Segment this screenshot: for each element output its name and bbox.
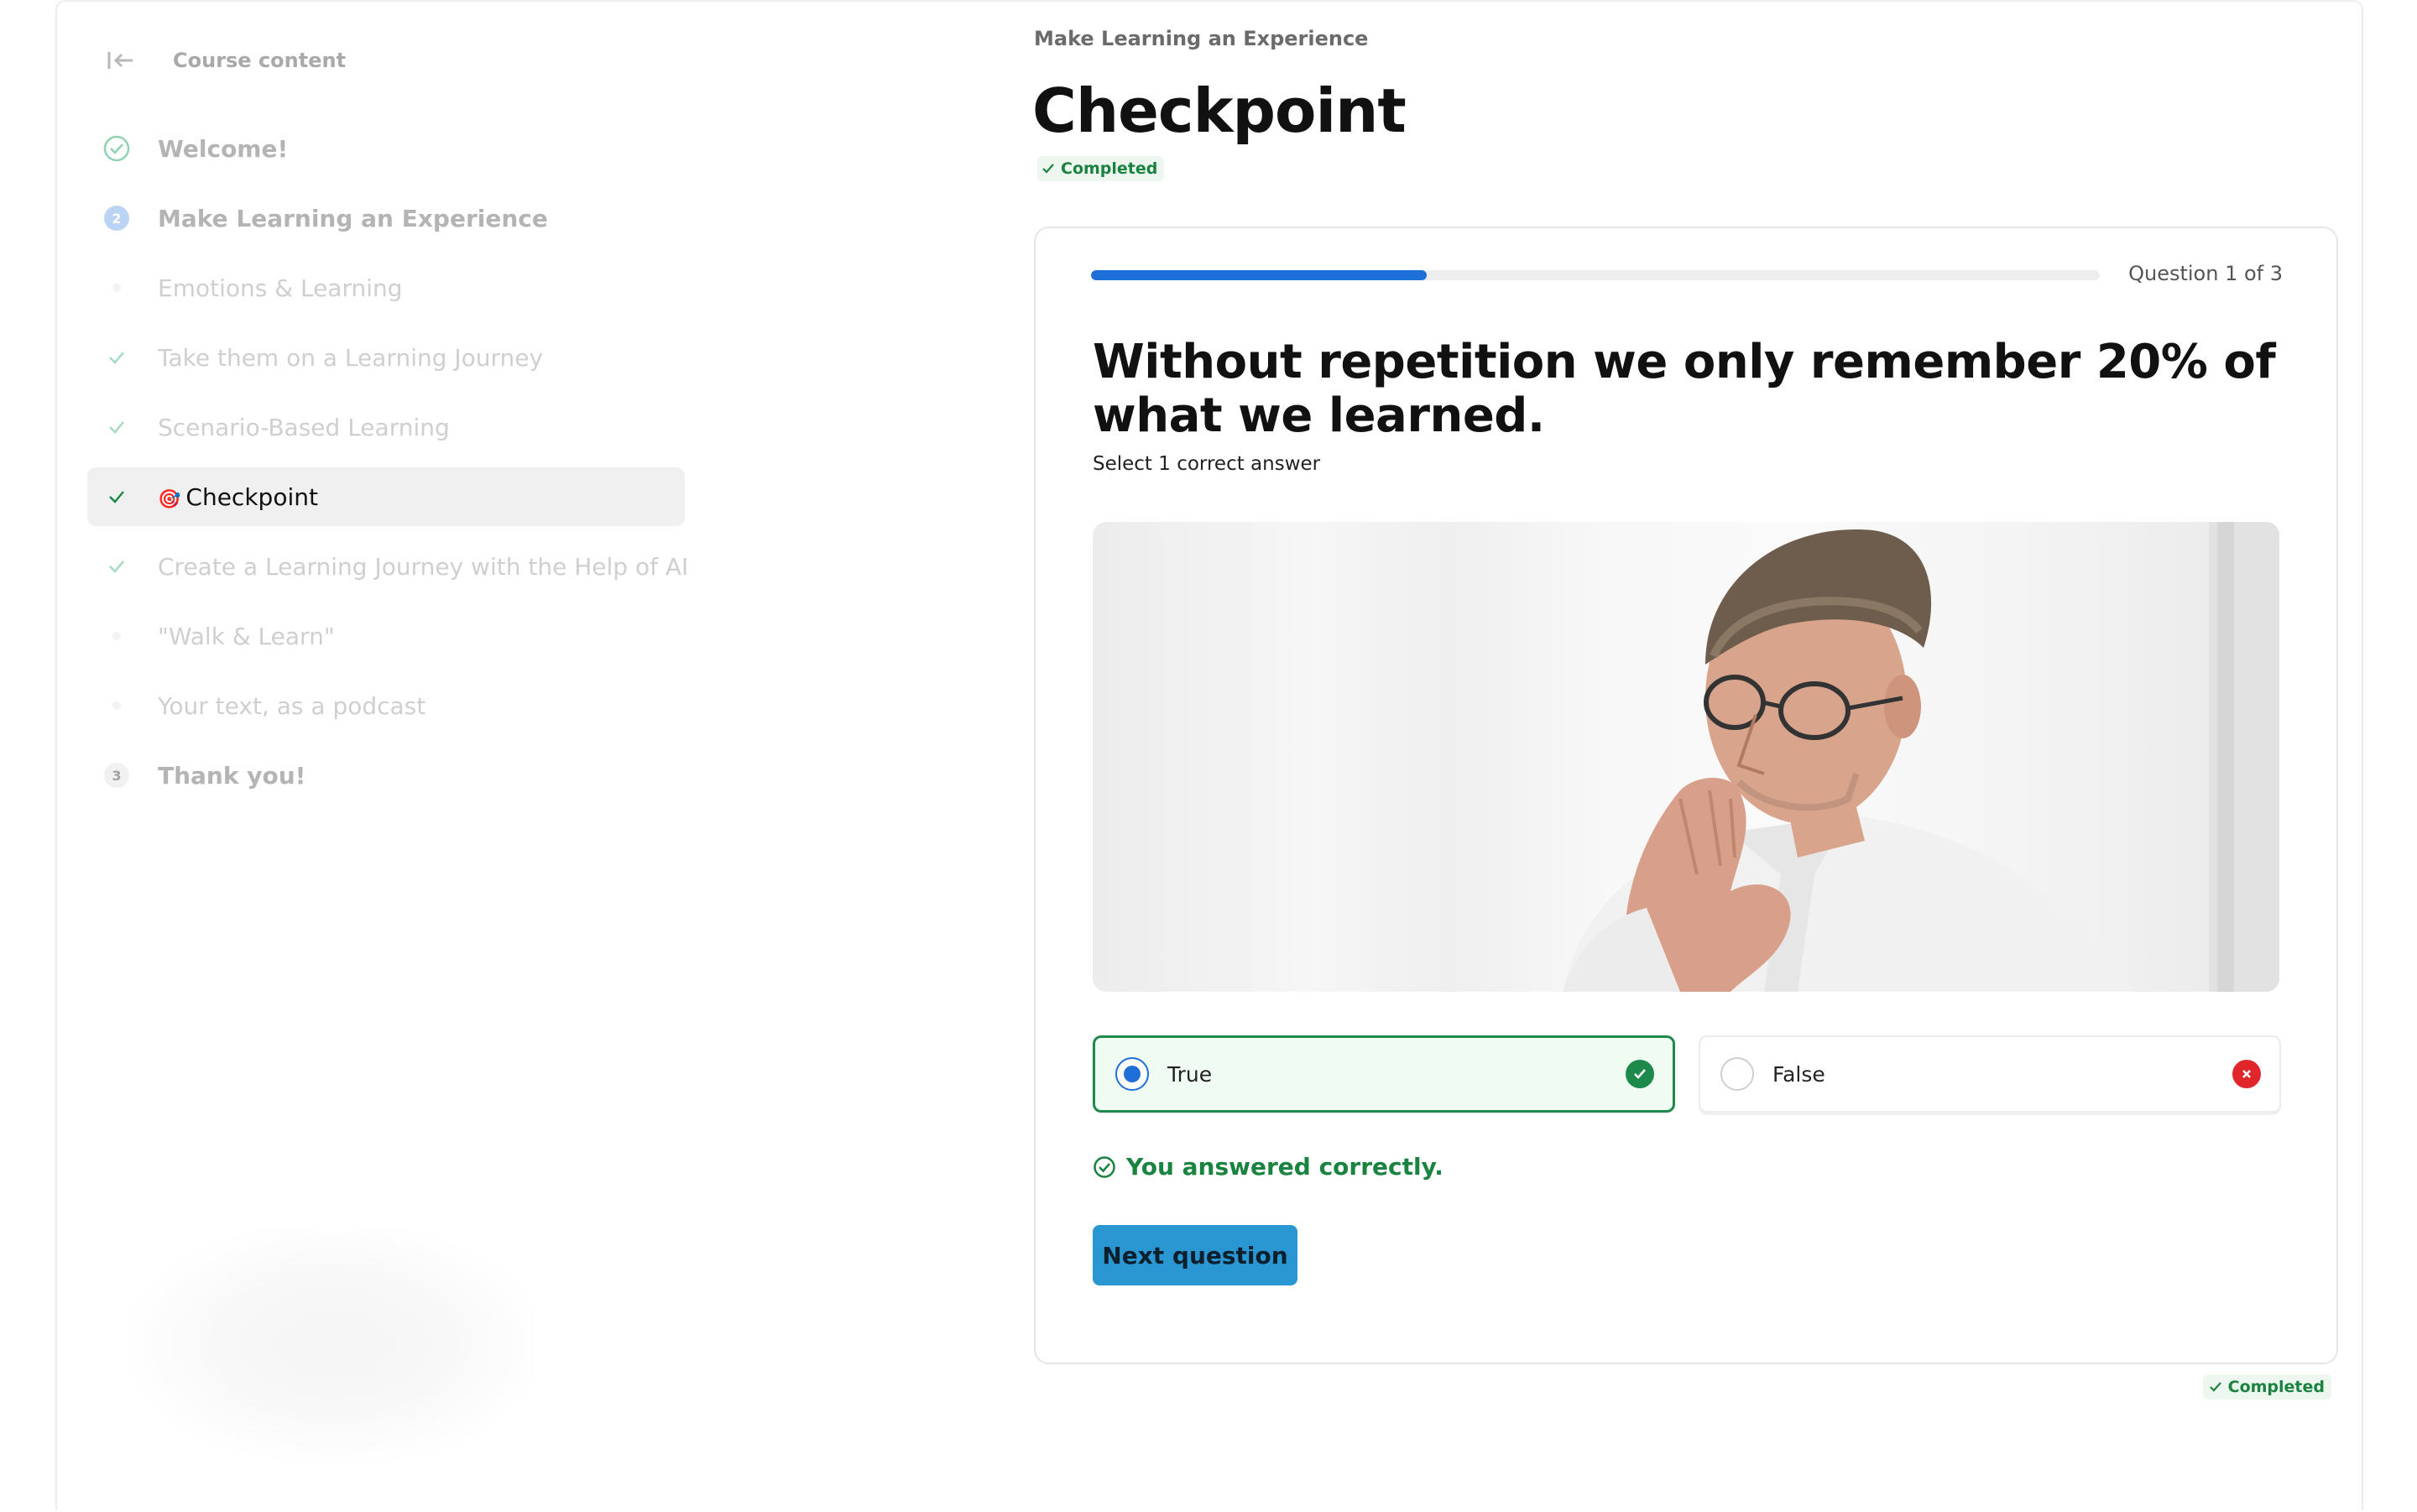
radio-button-false[interactable] <box>1720 1057 1754 1091</box>
nav-item-scenario[interactable]: Scenario-Based Learning <box>87 398 685 456</box>
sidebar-title: Course content <box>173 49 347 72</box>
step-3-icon: 3 <box>102 761 131 790</box>
nav-item-label: Make Learning an Experience <box>158 204 548 232</box>
step-number: 3 <box>104 763 129 788</box>
target-icon: 🎯 <box>158 488 181 510</box>
check-circle-icon <box>1094 1155 1115 1178</box>
nav-item-label: Emotions & Learning <box>158 274 403 302</box>
question-counter: Question 1 of 3 <box>2128 262 2283 285</box>
blurred-decoration <box>133 1227 535 1462</box>
answer-label: False <box>1772 1061 1825 1087</box>
dot-icon <box>102 691 131 720</box>
check-icon <box>102 413 131 441</box>
answer-option-false[interactable]: False <box>1699 1035 2281 1113</box>
completed-badge-footer: Completed <box>2202 1374 2331 1400</box>
nav-item-emotions[interactable]: Emotions & Learning <box>87 258 685 317</box>
nav-item-label: Welcome! <box>158 134 289 163</box>
nav-item-learning-journey[interactable]: Take them on a Learning Journey <box>87 328 685 387</box>
question-image <box>1093 522 2279 992</box>
answer-feedback: You answered correctly. <box>1093 1153 1443 1181</box>
check-icon <box>1042 164 1054 174</box>
question-text: Without repetition we only remember 20% … <box>1093 335 2276 443</box>
collapse-sidebar-icon[interactable] <box>106 49 136 72</box>
check-icon <box>102 552 131 581</box>
check-icon <box>102 343 131 372</box>
nav-item-walk-learn[interactable]: "Walk & Learn" <box>87 607 685 665</box>
nav-item-make-learning[interactable]: 2 Make Learning an Experience <box>87 189 685 248</box>
nav-item-label: Take them on a Learning Journey <box>158 343 544 372</box>
next-question-button[interactable]: Next question <box>1093 1225 1297 1285</box>
check-icon <box>2209 1382 2221 1392</box>
incorrect-x-icon <box>2232 1060 2261 1088</box>
feedback-text: You answered correctly. <box>1126 1153 1443 1181</box>
breadcrumb: Make Learning an Experience <box>1034 27 1369 50</box>
nav-item-label: "Walk & Learn" <box>158 622 335 650</box>
nav-item-podcast[interactable]: Your text, as a podcast <box>87 676 685 735</box>
question-hint: Select 1 correct answer <box>1093 453 1321 475</box>
quiz-progress-fill <box>1091 270 1428 280</box>
nav-item-label: Thank you! <box>158 761 306 790</box>
nav-item-checkpoint[interactable]: 🎯 Checkpoint <box>87 467 685 526</box>
nav-item-welcome[interactable]: Welcome! <box>87 119 685 178</box>
dot-icon <box>102 622 131 650</box>
step-number: 2 <box>104 206 129 231</box>
page-title: Checkpoint <box>1032 76 1407 146</box>
nav-item-label: Scenario-Based Learning <box>158 413 450 441</box>
dot-icon <box>102 274 131 302</box>
nav-item-label: 🎯 Checkpoint <box>158 482 318 511</box>
nav-item-label: Create a Learning Journey with the Help … <box>158 552 689 581</box>
nav-item-thank-you[interactable]: 3 Thank you! <box>87 746 685 805</box>
nav-item-ai-journey[interactable]: Create a Learning Journey with the Help … <box>87 537 689 596</box>
status-label: Completed <box>1061 159 1158 178</box>
lesson-main: Make Learning an Experience Checkpoint C… <box>1032 2 2338 1512</box>
answer-options: True False <box>1093 1035 2281 1113</box>
status-label: Completed <box>2227 1378 2325 1396</box>
course-nav: Welcome! 2 Make Learning an Experience E… <box>87 119 689 816</box>
quiz-card: Question 1 of 3 Without repetition we on… <box>1034 227 2338 1364</box>
app-frame: Course content Welcome! 2 Make Learning … <box>55 0 2363 1510</box>
course-sidebar: Course content Welcome! 2 Make Learning … <box>57 2 1014 1512</box>
answer-option-true[interactable]: True <box>1093 1035 1675 1113</box>
quiz-progress-bar <box>1091 270 2100 280</box>
check-icon <box>102 482 131 511</box>
status-badge: Completed <box>1037 156 1165 181</box>
answer-label: True <box>1167 1061 1213 1087</box>
correct-check-icon <box>1626 1060 1654 1088</box>
nav-item-label: Your text, as a podcast <box>158 691 426 720</box>
radio-button-true[interactable] <box>1115 1057 1149 1091</box>
step-2-icon: 2 <box>102 204 131 232</box>
check-circle-icon <box>102 134 131 163</box>
